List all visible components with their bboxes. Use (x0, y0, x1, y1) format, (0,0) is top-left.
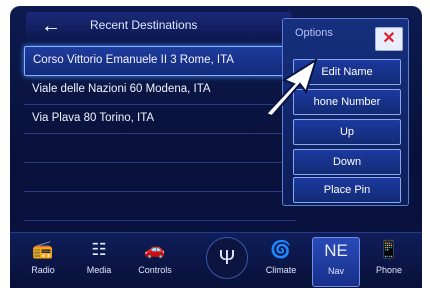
controls-button[interactable]: 🚗 Controls (132, 237, 178, 285)
phone-button[interactable]: 📱 Phone (366, 237, 412, 285)
back-arrow-icon[interactable]: ← (34, 15, 68, 37)
destination-label: Viale delle Nazioni 60 Modena, ITA (32, 83, 211, 95)
radio-icon: 📻 (32, 240, 54, 259)
list-item-empty (24, 163, 296, 192)
down-button[interactable]: Down (293, 149, 401, 175)
brand-logo-icon: Ψ (206, 237, 248, 279)
list-item-empty (24, 134, 296, 163)
controls-label: Controls (138, 265, 172, 275)
infotainment-display: ← Recent Destinations Corso Vittorio Ema… (10, 6, 422, 288)
nav-button[interactable]: NE Nav (312, 237, 360, 287)
climate-icon: 🌀 (270, 240, 292, 259)
media-label: Media (86, 265, 112, 275)
controls-icon: 🚗 (144, 240, 166, 259)
list-item[interactable]: Corso Vittorio Emanuele II 3 Rome, ITA (24, 46, 296, 76)
list-item[interactable]: Via Plava 80 Torino, ITA (24, 105, 296, 134)
destination-label: Corso Vittorio Emanuele II 3 Rome, ITA (33, 54, 234, 66)
media-button[interactable]: ☷ Media (76, 237, 122, 285)
climate-button[interactable]: 🌀 Climate (258, 237, 304, 285)
screen: ← Recent Destinations Corso Vittorio Ema… (0, 0, 430, 288)
pointer-hand-icon (264, 57, 318, 118)
nav-label: Nav (327, 266, 344, 276)
options-title: Options (295, 27, 333, 39)
radio-button[interactable]: 📻 Radio (20, 237, 66, 285)
phone-label: Phone (375, 265, 403, 275)
destination-list: Corso Vittorio Emanuele II 3 Rome, ITA V… (24, 46, 296, 221)
list-item-empty (24, 192, 296, 221)
page-title: Recent Destinations (90, 18, 198, 32)
radio-label: Radio (31, 265, 55, 275)
close-icon[interactable]: ✕ (375, 27, 403, 51)
phone-icon: 📱 (378, 240, 400, 259)
list-item[interactable]: Viale delle Nazioni 60 Modena, ITA (24, 76, 296, 105)
climate-label: Climate (265, 265, 297, 275)
up-button[interactable]: Up (293, 119, 401, 145)
compass-icon: NE (324, 241, 348, 260)
destination-label: Via Plava 80 Torino, ITA (32, 112, 155, 124)
place-pin-button[interactable]: Place Pin (293, 177, 401, 203)
header-bar: ← Recent Destinations (26, 12, 292, 40)
bottom-nav-bar: 📻 Radio ☷ Media 🚗 Controls Ψ 🌀 Climate N… (10, 232, 422, 288)
media-icon: ☷ (91, 240, 107, 259)
